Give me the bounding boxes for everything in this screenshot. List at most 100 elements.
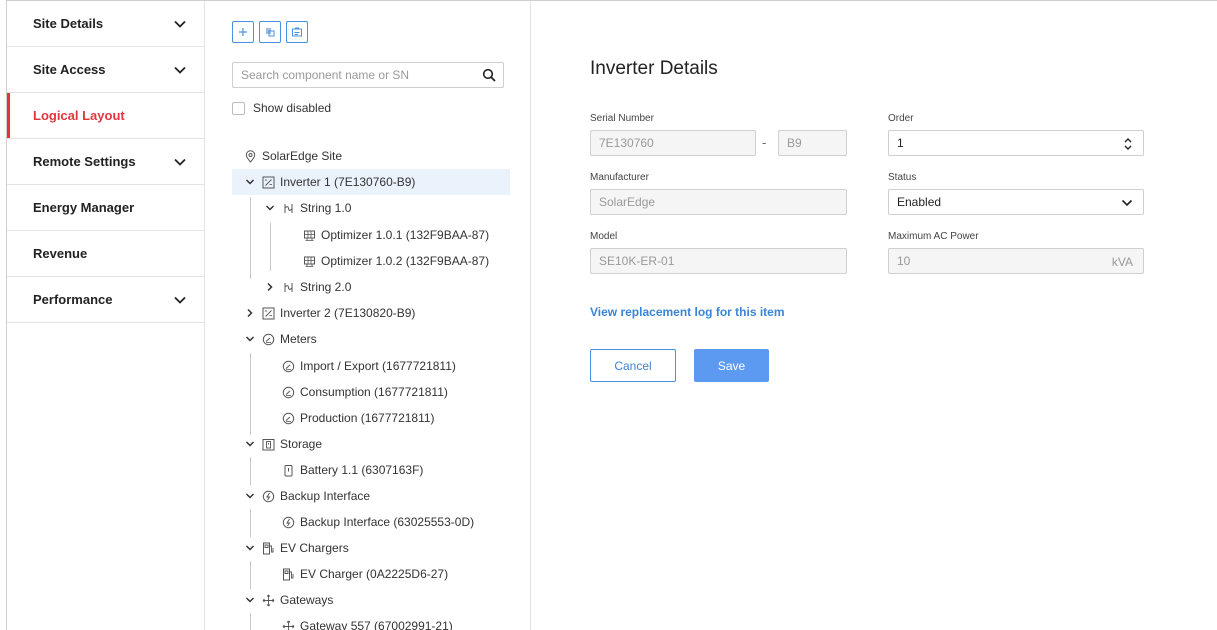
tree-item-gateways[interactable]: Gateways: [244, 587, 333, 613]
copy-component-button[interactable]: [259, 21, 281, 43]
plus-icon: [239, 28, 247, 36]
add-component-button[interactable]: [232, 21, 254, 43]
backup-interface-icon: [282, 516, 295, 528]
tree-item-battery[interactable]: Battery 1.1 (6307163F): [282, 457, 423, 483]
max-ac-power-unit: kVA: [1111, 255, 1133, 269]
ev-charger-icon: [283, 568, 294, 580]
tree-line: [250, 509, 251, 537]
tree-item-label: Inverter 2 (7E130820-B9): [280, 306, 416, 320]
tree-item-label: Storage: [280, 437, 323, 451]
show-disabled-checkbox[interactable]: [232, 101, 245, 115]
tree-item-optimizer-1-0-2[interactable]: Optimizer 1.0.2 (132F9BAA-87): [303, 248, 489, 274]
max-ac-power-field[interactable]: 10 kVA: [888, 248, 1144, 274]
serial-separator: -: [762, 135, 767, 150]
tree-item-backup-interface-device[interactable]: Backup Interface (63025553-0D): [282, 509, 474, 535]
model-field[interactable]: SE10K-ER-01: [590, 248, 847, 274]
gateway-icon: [262, 594, 275, 606]
tree-item-gateway-557[interactable]: Gateway 557 (67002991-21): [282, 613, 453, 630]
location-pin-icon: [245, 149, 256, 163]
tree-item-site[interactable]: SolarEdge Site: [244, 143, 342, 169]
serial-suffix-value: B9: [787, 136, 802, 150]
chevron-down-icon[interactable]: [244, 333, 256, 345]
nav-item-site-details[interactable]: Site Details: [7, 1, 204, 47]
tree-line: [250, 197, 251, 279]
inverter-details-panel: Inverter Details Serial Number 7E130760 …: [532, 1, 1217, 630]
app-frame: Site Details Site Access Logical Layout …: [6, 0, 1217, 630]
manufacturer-field[interactable]: SolarEdge: [590, 189, 847, 215]
ev-charger-icon: [263, 542, 274, 554]
nav-item-logical-layout[interactable]: Logical Layout: [7, 93, 204, 139]
tree-item-ev-charger[interactable]: EV Charger (0A2225D6-27): [282, 561, 448, 587]
tree-item-production[interactable]: Production (1677721811): [282, 405, 435, 431]
serial-number-field[interactable]: 7E130760: [590, 130, 756, 156]
model-label: Model: [590, 231, 618, 242]
tree-item-label: Inverter 1 (7E130760-B9): [280, 175, 416, 189]
cancel-button[interactable]: Cancel: [590, 349, 676, 382]
chevron-down-icon[interactable]: [1121, 199, 1133, 207]
save-button[interactable]: Save: [694, 349, 769, 382]
tree-item-string-2-0[interactable]: String 2.0: [264, 274, 351, 300]
tree-item-label: Production (1677721811): [300, 411, 435, 425]
tree-item-ev-chargers[interactable]: EV Chargers: [244, 535, 349, 561]
tree-line: [250, 457, 251, 485]
chevron-down-icon[interactable]: [244, 594, 256, 606]
tree-item-import-export[interactable]: Import / Export (1677721811): [282, 353, 456, 379]
manufacturer-label: Manufacturer: [590, 172, 649, 183]
serial-number-label: Serial Number: [590, 113, 654, 124]
string-icon: [284, 203, 293, 213]
battery-icon: [284, 464, 293, 476]
order-stepper[interactable]: 1: [888, 130, 1144, 156]
model-value: SE10K-ER-01: [599, 254, 675, 268]
backup-interface-icon: [262, 490, 275, 502]
string-icon: [284, 282, 293, 292]
tree-item-inverter-1[interactable]: Inverter 1 (7E130760-B9): [232, 169, 510, 195]
show-disabled-row[interactable]: Show disabled: [232, 101, 331, 115]
chevron-down-icon: [174, 20, 186, 28]
tree-item-label: String 2.0: [300, 280, 352, 294]
tree-line: [250, 353, 251, 435]
inverter-icon: [262, 176, 275, 188]
tree-item-meters[interactable]: Meters: [244, 326, 317, 352]
tree-item-label: Optimizer 1.0.2 (132F9BAA-87): [321, 254, 490, 268]
serial-number-value: 7E130760: [599, 136, 654, 150]
chevron-right-icon[interactable]: [264, 281, 276, 293]
search-icon[interactable]: [482, 68, 496, 82]
optimizer-icon: [304, 230, 315, 241]
tree-item-consumption[interactable]: Consumption (1677721811): [282, 379, 448, 405]
meter-icon: [262, 333, 275, 345]
chevron-down-icon[interactable]: [244, 438, 256, 450]
tree-item-backup-interface[interactable]: Backup Interface: [244, 483, 370, 509]
search-input[interactable]: [233, 63, 473, 87]
chevron-down-icon[interactable]: [244, 490, 256, 502]
tree-line: [250, 613, 251, 630]
nav-item-energy-manager[interactable]: Energy Manager: [7, 185, 204, 231]
storage-icon: [262, 438, 275, 450]
serial-suffix-field[interactable]: B9: [778, 130, 847, 156]
chevron-right-icon[interactable]: [244, 307, 256, 319]
status-label: Status: [888, 172, 917, 183]
import-component-button[interactable]: [286, 21, 308, 43]
max-ac-power-value: 10: [897, 254, 911, 268]
chevron-down-icon[interactable]: [244, 176, 256, 188]
up-down-arrows-icon[interactable]: [1123, 137, 1133, 151]
status-select[interactable]: Enabled: [888, 189, 1144, 215]
nav-item-label: Energy Manager: [33, 200, 135, 215]
meter-icon: [282, 386, 295, 398]
tree-item-label: Optimizer 1.0.1 (132F9BAA-87): [321, 228, 490, 242]
chevron-down-icon[interactable]: [264, 202, 276, 214]
nav-item-site-access[interactable]: Site Access: [7, 47, 204, 93]
tree-item-inverter-2[interactable]: Inverter 2 (7E130820-B9): [244, 300, 415, 326]
nav-item-remote-settings[interactable]: Remote Settings: [7, 139, 204, 185]
meter-icon: [282, 360, 295, 372]
chevron-down-icon[interactable]: [244, 542, 256, 554]
tree-item-storage[interactable]: Storage: [244, 431, 322, 457]
nav-item-revenue[interactable]: Revenue: [7, 231, 204, 277]
tree-item-optimizer-1-0-1[interactable]: Optimizer 1.0.1 (132F9BAA-87): [303, 222, 489, 248]
order-label: Order: [888, 113, 914, 124]
nav-item-label: Revenue: [33, 246, 88, 261]
replacement-log-link[interactable]: View replacement log for this item: [590, 305, 785, 319]
show-disabled-label: Show disabled: [253, 101, 332, 115]
nav-item-performance[interactable]: Performance: [7, 277, 204, 323]
tree-item-string-1-0[interactable]: String 1.0: [264, 195, 351, 221]
tree-item-label: Consumption (1677721811): [300, 385, 448, 399]
